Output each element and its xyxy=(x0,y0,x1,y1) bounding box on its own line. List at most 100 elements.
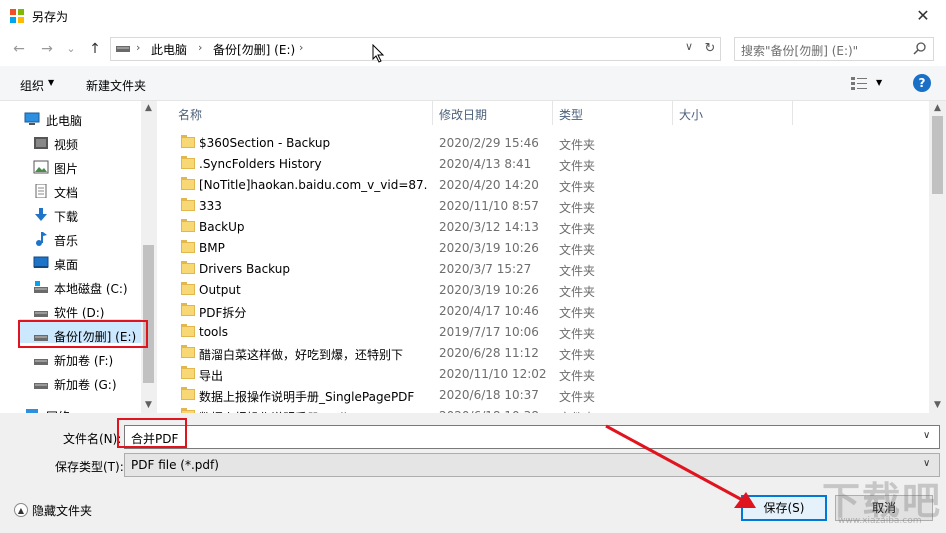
folder-icon xyxy=(181,261,195,274)
sort-ascending-icon: ^ xyxy=(300,101,308,108)
file-row[interactable]: 数据上报操作说明手册_SinglePagePDF 2020/6/18 10:37 文… xyxy=(157,385,929,406)
command-bar: 组织 ▼ 新建文件夹 ▼ ? xyxy=(0,66,946,101)
file-row[interactable]: PDF拆分 2020/4/17 10:46 文件夹 xyxy=(157,301,929,322)
sidebar-item-documents[interactable]: 文档 xyxy=(0,179,141,203)
sidebar-item-network[interactable]: 网络 xyxy=(0,403,141,413)
file-row[interactable]: [NoTitle]haokan.baidu.com_v_vid=87... 202… xyxy=(157,175,929,196)
organize-button[interactable]: 组织 xyxy=(20,77,44,94)
scroll-down-arrow[interactable]: ▼ xyxy=(140,398,157,413)
column-header-type[interactable]: 类型 xyxy=(559,106,583,123)
scrollbar-thumb[interactable] xyxy=(932,116,943,194)
address-bar[interactable]: › 此电脑 › 备份[勿删] (E:) › ∨ xyxy=(110,37,702,61)
filename-input[interactable]: 合并PDF ∨ xyxy=(124,425,940,449)
column-header-name[interactable]: 名称 xyxy=(178,106,202,123)
sidebar-item-downloads[interactable]: 下载 xyxy=(0,203,141,227)
file-type: 文件夹 xyxy=(559,222,596,236)
search-input[interactable]: 搜索"备份[勿删] (E:)" xyxy=(734,37,934,61)
file-row[interactable]: 醋溜白菜这样做，好吃到爆，还特别下 2020/6/28 11:12 文件夹 xyxy=(157,343,929,364)
chevron-down-icon[interactable]: ∨ xyxy=(685,40,693,53)
file-type: 文件夹 xyxy=(559,285,596,299)
annotation-highlight-drive xyxy=(18,320,148,348)
file-row[interactable]: tools 2019/7/17 10:06 文件夹 xyxy=(157,322,929,343)
sidebar-scrollbar[interactable]: ▲ ▼ xyxy=(141,101,156,413)
scroll-up-arrow[interactable]: ▲ xyxy=(140,101,157,116)
sidebar-item-pictures[interactable]: 图片 xyxy=(0,155,141,179)
sidebar-item-this-pc[interactable]: 此电脑 xyxy=(0,107,141,131)
file-list-scrollbar[interactable]: ▲ ▼ xyxy=(929,101,946,413)
file-row[interactable]: .SyncFolders History 2020/4/13 8:41 文件夹 xyxy=(157,154,929,175)
help-icon[interactable]: ? xyxy=(913,74,931,92)
file-type: 文件夹 xyxy=(559,264,596,278)
folder-icon xyxy=(181,282,195,295)
back-button[interactable]: ← xyxy=(10,40,28,58)
caret-down-icon[interactable]: ▼ xyxy=(876,78,882,87)
document-icon xyxy=(35,184,47,198)
sidebar-item-drive-g[interactable]: 新加卷 (G:) xyxy=(0,371,141,395)
column-header-date[interactable]: 修改日期 xyxy=(439,106,487,123)
file-row[interactable]: Output 2020/3/19 10:26 文件夹 xyxy=(157,280,929,301)
sidebar-item-drive-c[interactable]: 本地磁盘 (C:) xyxy=(0,275,141,299)
annotation-highlight-filename xyxy=(117,418,187,448)
column-header-size[interactable]: 大小 xyxy=(679,106,703,123)
drive-icon xyxy=(34,359,48,365)
download-icon xyxy=(35,208,47,221)
annotation-arrow-icon xyxy=(605,424,756,508)
computer-icon xyxy=(24,112,40,125)
close-button[interactable]: ✕ xyxy=(906,4,940,28)
refresh-button[interactable]: ↻ xyxy=(700,37,721,61)
collapse-up-icon[interactable]: ▲ xyxy=(14,503,28,517)
file-type: 文件夹 xyxy=(559,138,596,152)
breadcrumb-current-drive[interactable]: 备份[勿删] (E:) xyxy=(213,41,295,58)
filetype-select[interactable]: PDF file (*.pdf) ∨ xyxy=(124,453,940,477)
app-icon xyxy=(10,9,24,23)
sidebar-item-drive-f[interactable]: 新加卷 (F:) xyxy=(0,347,141,371)
scrollbar-thumb[interactable] xyxy=(143,245,154,383)
chevron-down-icon[interactable]: ∨ xyxy=(923,458,930,469)
title-bar: 另存为 ✕ xyxy=(0,0,946,32)
file-date: 2020/6/28 11:12 xyxy=(439,346,539,360)
file-row[interactable]: BMP 2020/3/19 10:26 文件夹 xyxy=(157,238,929,259)
file-row[interactable]: 数据上报操作说明手册_SplitPDF2020/6/18 10:38文件夹 xyxy=(157,406,929,413)
sidebar-item-music[interactable]: 音乐 xyxy=(0,227,141,251)
file-row[interactable]: $360Section - Backup 2020/2/29 15:46 文件夹 xyxy=(157,133,929,154)
file-date: 2020/2/29 15:46 xyxy=(439,136,539,150)
file-row[interactable]: 333 2020/11/10 8:57 文件夹 xyxy=(157,196,929,217)
folder-icon xyxy=(181,324,195,337)
search-icon[interactable] xyxy=(913,41,927,55)
forward-button[interactable]: → xyxy=(38,40,56,58)
picture-icon xyxy=(33,160,49,174)
breadcrumb-separator: › xyxy=(136,41,141,54)
file-name: PDF拆分 xyxy=(199,306,247,320)
breadcrumb-this-pc[interactable]: 此电脑 xyxy=(151,41,187,58)
recent-locations-button[interactable]: ⌄ xyxy=(62,40,80,58)
file-list: ^ 名称 修改日期 类型 大小 $360Section - Backup 2020… xyxy=(157,101,929,413)
file-name: BackUp xyxy=(199,220,245,234)
file-name: Drivers Backup xyxy=(199,262,290,276)
folder-icon xyxy=(181,303,195,316)
window-title: 另存为 xyxy=(32,10,69,24)
folder-icon xyxy=(181,387,195,400)
file-type: 文件夹 xyxy=(559,306,596,320)
new-folder-button[interactable]: 新建文件夹 xyxy=(86,77,146,94)
file-row[interactable]: 导出 2020/11/10 12:02 文件夹 xyxy=(157,364,929,385)
scroll-down-arrow[interactable]: ▼ xyxy=(929,398,946,413)
view-options-icon[interactable] xyxy=(851,76,867,90)
sidebar-item-videos[interactable]: 视频 xyxy=(0,131,141,155)
column-divider xyxy=(432,101,433,125)
drive-icon xyxy=(116,46,130,52)
file-name: 333 xyxy=(199,199,222,213)
chevron-down-icon[interactable]: ∨ xyxy=(923,430,930,441)
file-row[interactable]: Drivers Backup 2020/3/7 15:27 文件夹 xyxy=(157,259,929,280)
folder-icon xyxy=(181,366,195,379)
file-date: 2020/3/7 15:27 xyxy=(439,262,532,276)
column-divider xyxy=(792,101,793,125)
folder-icon xyxy=(181,135,195,148)
sidebar-item-desktop[interactable]: 桌面 xyxy=(0,251,141,275)
drive-icon xyxy=(34,311,48,317)
up-button[interactable]: ↑ xyxy=(86,40,104,58)
scroll-up-arrow[interactable]: ▲ xyxy=(929,101,946,116)
file-type: 文件夹 xyxy=(559,390,596,404)
file-date: 2019/7/17 10:06 xyxy=(439,325,539,339)
file-row[interactable]: BackUp 2020/3/12 14:13 文件夹 xyxy=(157,217,929,238)
hide-folders-toggle[interactable]: 隐藏文件夹 xyxy=(32,502,92,519)
